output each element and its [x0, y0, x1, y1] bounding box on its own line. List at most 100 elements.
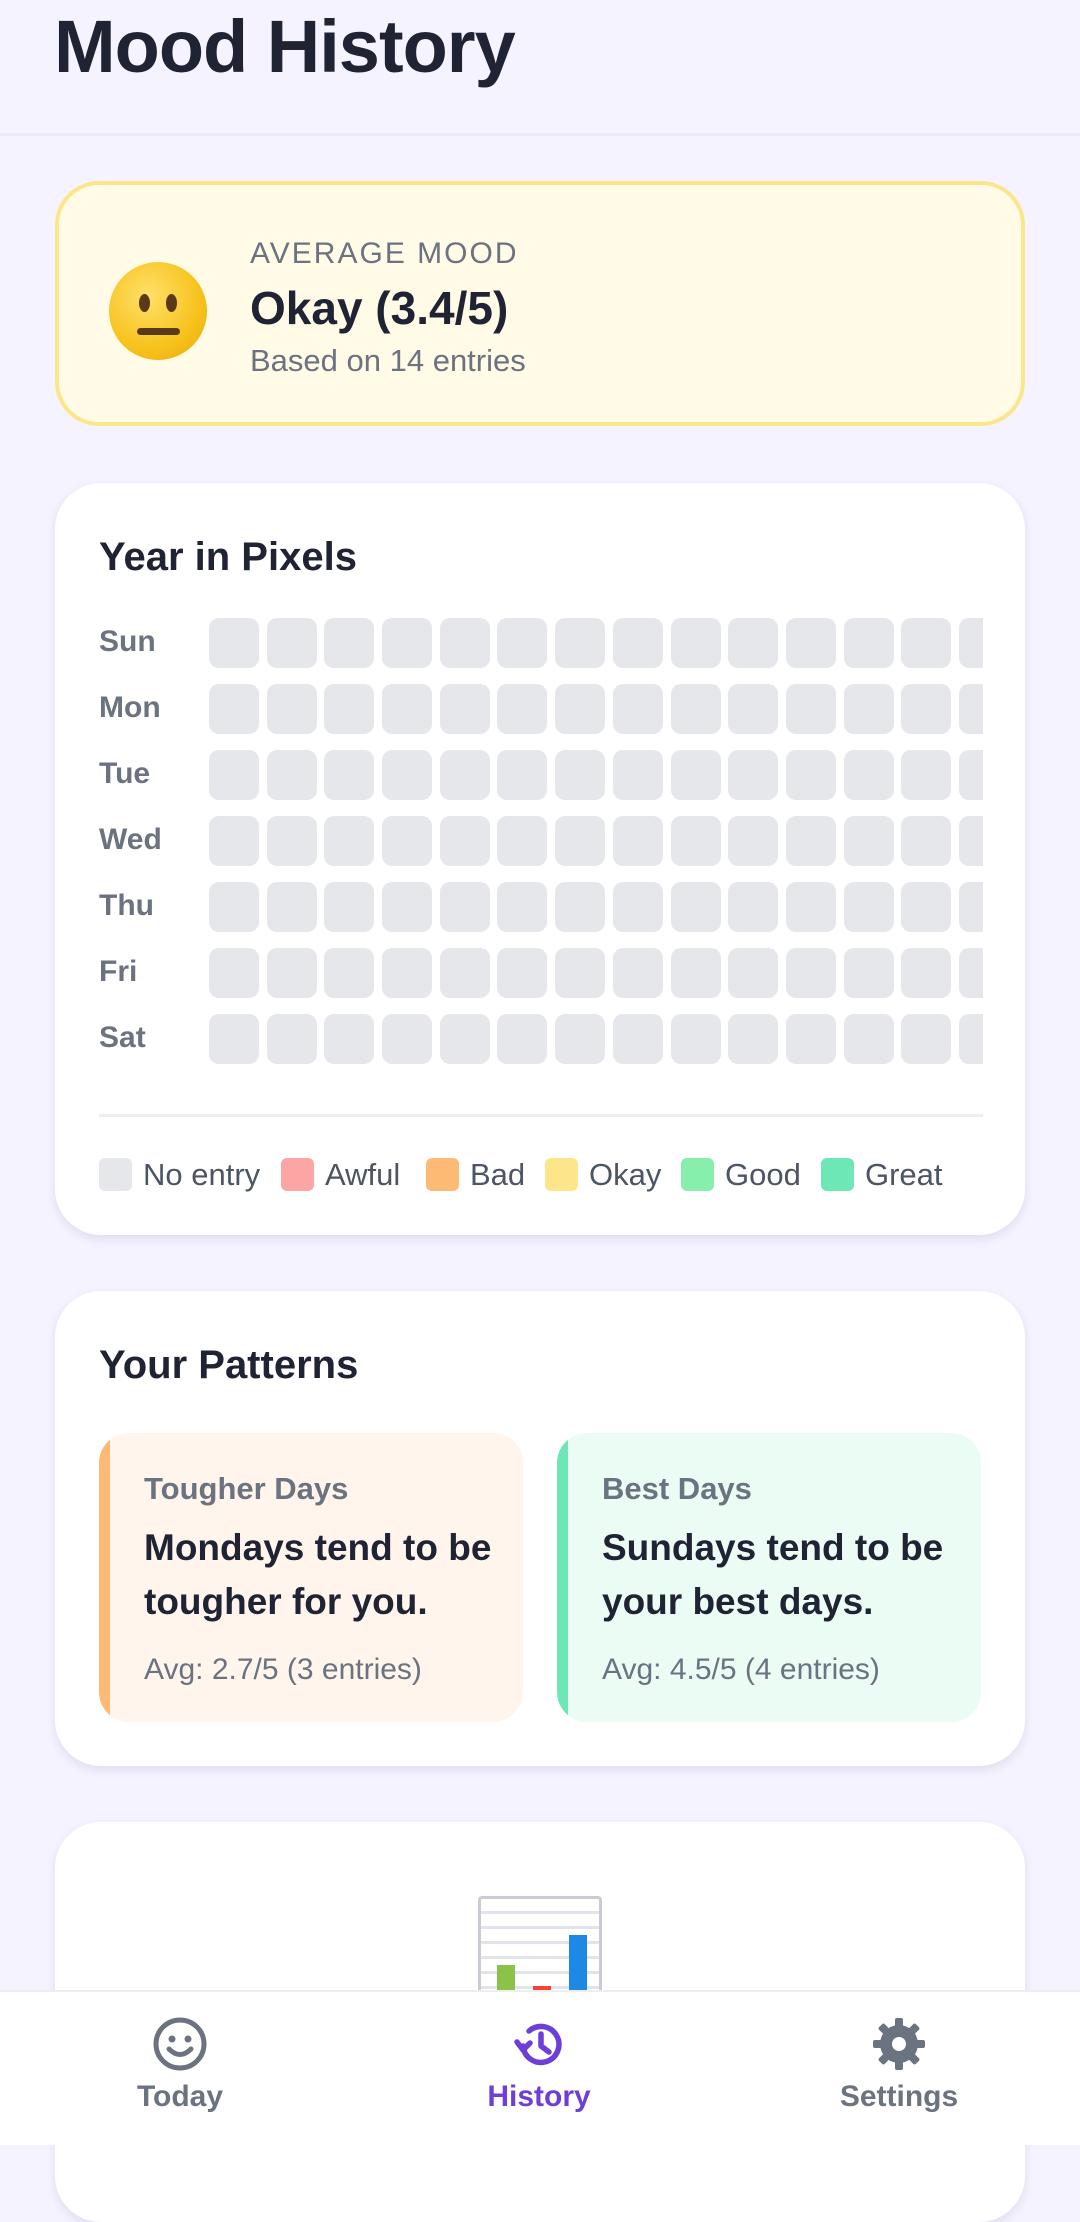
pixel-cell[interactable]: [785, 750, 836, 800]
pixel-cell[interactable]: [209, 618, 259, 668]
pixel-cell[interactable]: [785, 882, 836, 932]
pixel-grid[interactable]: Sun Mon Tue Wed Thu Fri Sat: [99, 618, 983, 1068]
pixel-cell[interactable]: [382, 618, 433, 668]
pixel-cell[interactable]: [382, 1014, 433, 1064]
pixel-cell[interactable]: [497, 816, 548, 866]
pixel-cell[interactable]: [266, 750, 317, 800]
pixel-cell[interactable]: [497, 618, 548, 668]
pixel-cell[interactable]: [785, 948, 836, 998]
pixel-cell[interactable]: [670, 618, 721, 668]
pixel-cell[interactable]: [555, 1014, 606, 1064]
pixel-cell[interactable]: [209, 684, 259, 734]
pixel-cell[interactable]: [670, 882, 721, 932]
pixel-cell[interactable]: [324, 684, 375, 734]
pixel-cell[interactable]: [728, 1014, 779, 1064]
pixel-cell[interactable]: [785, 684, 836, 734]
pixel-cell[interactable]: [728, 750, 779, 800]
pixel-cell[interactable]: [266, 684, 317, 734]
pixel-cell[interactable]: [209, 948, 259, 998]
pixel-cell[interactable]: [324, 1014, 375, 1064]
pixel-cell[interactable]: [670, 816, 721, 866]
pixel-cell[interactable]: [497, 684, 548, 734]
pixel-cell[interactable]: [728, 684, 779, 734]
pixel-cell[interactable]: [497, 750, 548, 800]
pixel-cell[interactable]: [439, 1014, 490, 1064]
pixel-cell[interactable]: [785, 816, 836, 866]
pixel-cell[interactable]: [843, 1014, 894, 1064]
pixel-cell[interactable]: [555, 816, 606, 866]
pixel-cell[interactable]: [612, 816, 663, 866]
pixel-cell[interactable]: [555, 882, 606, 932]
pixel-cell[interactable]: [555, 618, 606, 668]
pixel-cell[interactable]: [555, 684, 606, 734]
pixel-cell[interactable]: [439, 816, 490, 866]
pixel-cell[interactable]: [901, 882, 952, 932]
pixel-cell[interactable]: [843, 750, 894, 800]
nav-today[interactable]: Today: [80, 1992, 280, 2147]
pixel-cell[interactable]: [670, 1014, 721, 1064]
pixel-cell[interactable]: [324, 816, 375, 866]
pixel-cell[interactable]: [843, 684, 894, 734]
pixel-cell[interactable]: [382, 816, 433, 866]
pixel-cell[interactable]: [958, 948, 983, 998]
pixel-cell[interactable]: [958, 618, 983, 668]
pixel-cell[interactable]: [612, 948, 663, 998]
pixel-cell[interactable]: [901, 948, 952, 998]
pixel-cell[interactable]: [439, 618, 490, 668]
pixel-cell[interactable]: [901, 618, 952, 668]
pixel-cell[interactable]: [728, 816, 779, 866]
pixel-cell[interactable]: [843, 948, 894, 998]
pixel-cell[interactable]: [958, 1014, 983, 1064]
pixel-cell[interactable]: [958, 750, 983, 800]
pixel-cell[interactable]: [209, 882, 259, 932]
pixel-cell[interactable]: [555, 750, 606, 800]
pixel-cell[interactable]: [497, 948, 548, 998]
pixel-cell[interactable]: [958, 816, 983, 866]
nav-settings[interactable]: Settings: [799, 1992, 999, 2147]
pixel-cell[interactable]: [785, 618, 836, 668]
pixel-cell[interactable]: [382, 684, 433, 734]
pixel-cell[interactable]: [324, 618, 375, 668]
pixel-cell[interactable]: [497, 882, 548, 932]
pixel-cell[interactable]: [728, 948, 779, 998]
pixel-cell[interactable]: [555, 948, 606, 998]
nav-history[interactable]: History: [439, 1992, 639, 2147]
pixel-cell[interactable]: [266, 618, 317, 668]
pixel-cell[interactable]: [612, 618, 663, 668]
pixel-cell[interactable]: [382, 750, 433, 800]
pixel-cell[interactable]: [209, 816, 259, 866]
pixel-cell[interactable]: [209, 1014, 259, 1064]
pixel-cell[interactable]: [497, 1014, 548, 1064]
pixel-cell[interactable]: [958, 684, 983, 734]
pixel-cell[interactable]: [612, 750, 663, 800]
pixel-cell[interactable]: [901, 684, 952, 734]
pixel-cell[interactable]: [324, 750, 375, 800]
pixel-cell[interactable]: [670, 750, 721, 800]
pixel-cell[interactable]: [266, 816, 317, 866]
pixel-cell[interactable]: [382, 882, 433, 932]
pixel-cell[interactable]: [439, 750, 490, 800]
pixel-cell[interactable]: [843, 816, 894, 866]
pixel-cell[interactable]: [439, 948, 490, 998]
pixel-cell[interactable]: [843, 618, 894, 668]
pixel-cell[interactable]: [266, 1014, 317, 1064]
pixel-cell[interactable]: [670, 684, 721, 734]
pixel-cell[interactable]: [439, 882, 490, 932]
pixel-cell[interactable]: [266, 882, 317, 932]
pixel-cell[interactable]: [439, 684, 490, 734]
pixel-cell[interactable]: [266, 948, 317, 998]
pixel-cell[interactable]: [382, 948, 433, 998]
pixel-cell[interactable]: [324, 882, 375, 932]
pixel-cell[interactable]: [612, 1014, 663, 1064]
pixel-cell[interactable]: [785, 1014, 836, 1064]
pixel-cell[interactable]: [901, 816, 952, 866]
pixel-cell[interactable]: [209, 750, 259, 800]
pixel-cell[interactable]: [612, 684, 663, 734]
pixel-cell[interactable]: [728, 882, 779, 932]
pixel-cell[interactable]: [728, 618, 779, 668]
pixel-cell[interactable]: [612, 882, 663, 932]
pixel-cell[interactable]: [901, 750, 952, 800]
pixel-cell[interactable]: [324, 948, 375, 998]
pixel-cell[interactable]: [901, 1014, 952, 1064]
pixel-cell[interactable]: [958, 882, 983, 932]
